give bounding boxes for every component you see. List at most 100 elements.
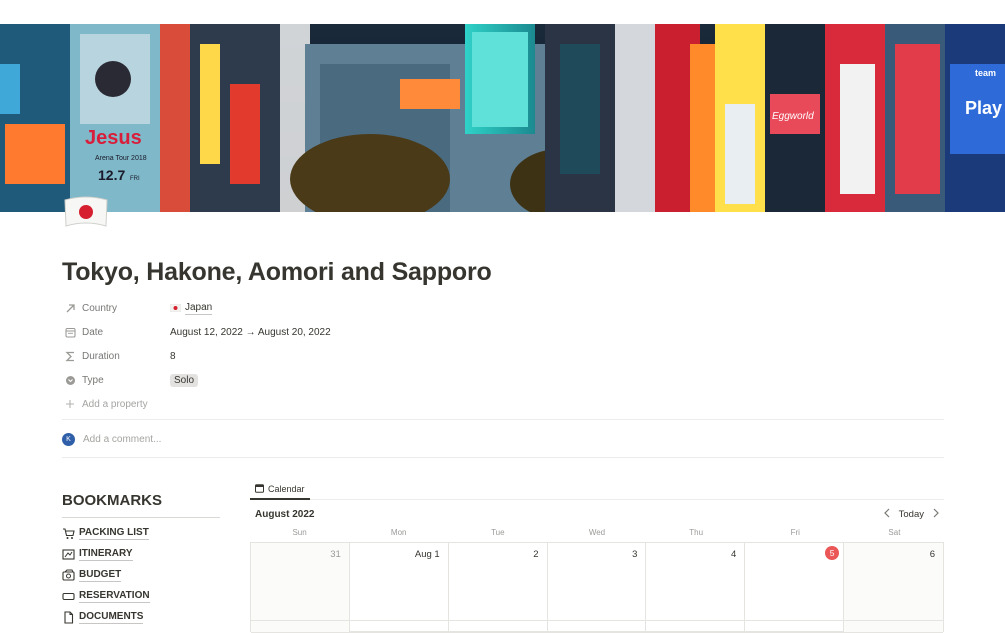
calendar-day-cell[interactable] [844, 621, 943, 633]
properties: Country Japan Date August 12, 2022 → Aug… [62, 296, 944, 416]
property-name-duration: Duration [62, 350, 170, 362]
comment-input[interactable]: Add a comment... [83, 434, 161, 445]
select-icon [64, 374, 76, 386]
property-label: Duration [82, 350, 120, 362]
country-link[interactable]: Japan [185, 302, 213, 315]
cart-icon [62, 527, 75, 540]
calendar-day-cell[interactable]: 3 [547, 543, 647, 621]
comment-bar[interactable]: K Add a comment... [62, 432, 161, 446]
property-name-type: Type [62, 374, 170, 386]
property-label: Date [82, 326, 104, 338]
calendar-nav: Today [883, 508, 940, 521]
calendar-day-cell[interactable]: 4 [646, 543, 746, 621]
calendar-icon [255, 483, 264, 495]
calendar-header: August 2022 Today [250, 506, 944, 522]
cover-sign-day: FRI [130, 176, 140, 182]
calendar-day-cell[interactable]: Aug 1 [349, 543, 449, 621]
plus-icon [64, 398, 76, 410]
calendar-month: August 2022 [255, 508, 315, 520]
avatar: K [62, 432, 75, 446]
weekday-label: Thu [689, 528, 704, 537]
top-bar [0, 0, 1005, 24]
weekday-label: Mon [390, 528, 407, 537]
bookmarks-section: BOOKMARKS PACKING LIST ITINERARY BUDGET … [62, 492, 222, 628]
ticket-icon [62, 590, 75, 603]
cover-sign-jesus: Jesus [85, 127, 142, 149]
weekday-label: Tue [491, 528, 505, 537]
duration-value[interactable]: 8 [170, 351, 176, 362]
cover-image[interactable]: Jesus Arena Tour 2018 12.7 FRI Eggworld … [0, 24, 1005, 212]
bookmark-label[interactable]: DOCUMENTS [79, 611, 144, 624]
calendar-day-cell[interactable]: 5 [745, 543, 845, 621]
bookmark-label[interactable]: PACKING LIST [79, 527, 149, 540]
sigma-icon [64, 350, 76, 362]
calendar-day-cell[interactable] [646, 621, 746, 633]
date-value[interactable]: August 12, 2022 → August 20, 2022 [170, 327, 331, 338]
page-title[interactable]: Tokyo, Hakone, Aomori and Sapporo [62, 258, 492, 287]
calendar-icon [64, 326, 76, 338]
cover-sign-eggworld: Eggworld [772, 111, 814, 122]
property-row-duration[interactable]: Duration 8 [62, 344, 944, 368]
type-value[interactable]: Solo [170, 373, 199, 387]
divider [62, 517, 220, 518]
chevron-left-icon[interactable] [883, 508, 891, 521]
view-tabs: Calendar [250, 480, 944, 500]
calendar-day-cell[interactable]: 31 [251, 543, 350, 621]
divider [62, 457, 944, 458]
japan-flag-icon [170, 304, 181, 312]
calendar-day-cell[interactable]: 2 [448, 543, 548, 621]
add-property[interactable]: Add a property [62, 398, 148, 410]
day-number: 2 [533, 549, 539, 560]
japan-flag-icon[interactable] [62, 192, 110, 232]
property-label: Type [82, 374, 104, 386]
property-label: Country [82, 302, 118, 314]
calendar-day-cell[interactable]: 6 [844, 543, 943, 621]
cover-sign-play: Play [965, 98, 1002, 118]
calendar-day-cell[interactable] [349, 621, 449, 633]
cover-sign-date: 12.7 [98, 167, 125, 183]
day-number: 3 [632, 549, 638, 560]
add-property-label[interactable]: Add a property [82, 399, 148, 410]
calendar-day-cell[interactable] [547, 621, 647, 633]
bookmark-documents[interactable]: DOCUMENTS [62, 607, 222, 628]
property-row-date[interactable]: Date August 12, 2022 → August 20, 2022 [62, 320, 944, 344]
tab-label: Calendar [268, 484, 305, 494]
bookmark-itinerary[interactable]: ITINERARY [62, 544, 222, 565]
map-icon [62, 548, 75, 561]
country-value[interactable]: Japan [170, 302, 213, 315]
calendar-day-cell[interactable] [448, 621, 548, 633]
calendar-day-cell[interactable] [251, 621, 350, 633]
property-name-country: Country [62, 302, 170, 314]
tab-calendar[interactable]: Calendar [250, 480, 310, 500]
weekday-label: Fri [790, 528, 800, 537]
bookmark-label[interactable]: BUDGET [79, 569, 122, 582]
weekday-label: Sun [292, 528, 307, 537]
property-name-date: Date [62, 326, 170, 338]
day-number: 4 [730, 549, 737, 560]
bookmark-packing-list[interactable]: PACKING LIST [62, 523, 222, 544]
property-row-country[interactable]: Country Japan [62, 296, 944, 320]
bookmark-label[interactable]: RESERVATION [79, 590, 150, 603]
add-property-button[interactable]: Add a property [62, 392, 944, 416]
calendar-grid: 31 Aug 1 2 3 4 5 6 [250, 542, 944, 633]
day-number: 6 [929, 549, 935, 560]
today-button[interactable]: Today [899, 509, 924, 520]
property-row-type[interactable]: Type Solo [62, 368, 944, 392]
chevron-right-icon[interactable] [932, 508, 940, 521]
weekday-label: Wed [588, 528, 606, 537]
cover-sign-tour: Arena Tour 2018 [95, 155, 147, 162]
money-icon [62, 569, 75, 582]
calendar-day-cell[interactable] [745, 621, 845, 633]
bookmark-budget[interactable]: BUDGET [62, 565, 222, 586]
document-icon [62, 611, 75, 624]
today-marker: 5 [825, 546, 840, 560]
cover-sign-team: team [975, 68, 996, 78]
weekday-header: Sun Mon Tue Wed Thu Fri Sat [250, 528, 944, 540]
weekday-label: Sat [888, 528, 901, 537]
bookmark-reservation[interactable]: RESERVATION [62, 586, 222, 607]
bookmark-label[interactable]: ITINERARY [79, 548, 133, 561]
divider [62, 419, 944, 420]
day-number: 31 [330, 549, 341, 560]
day-number: Aug 1 [414, 549, 440, 560]
type-tag[interactable]: Solo [170, 373, 199, 387]
